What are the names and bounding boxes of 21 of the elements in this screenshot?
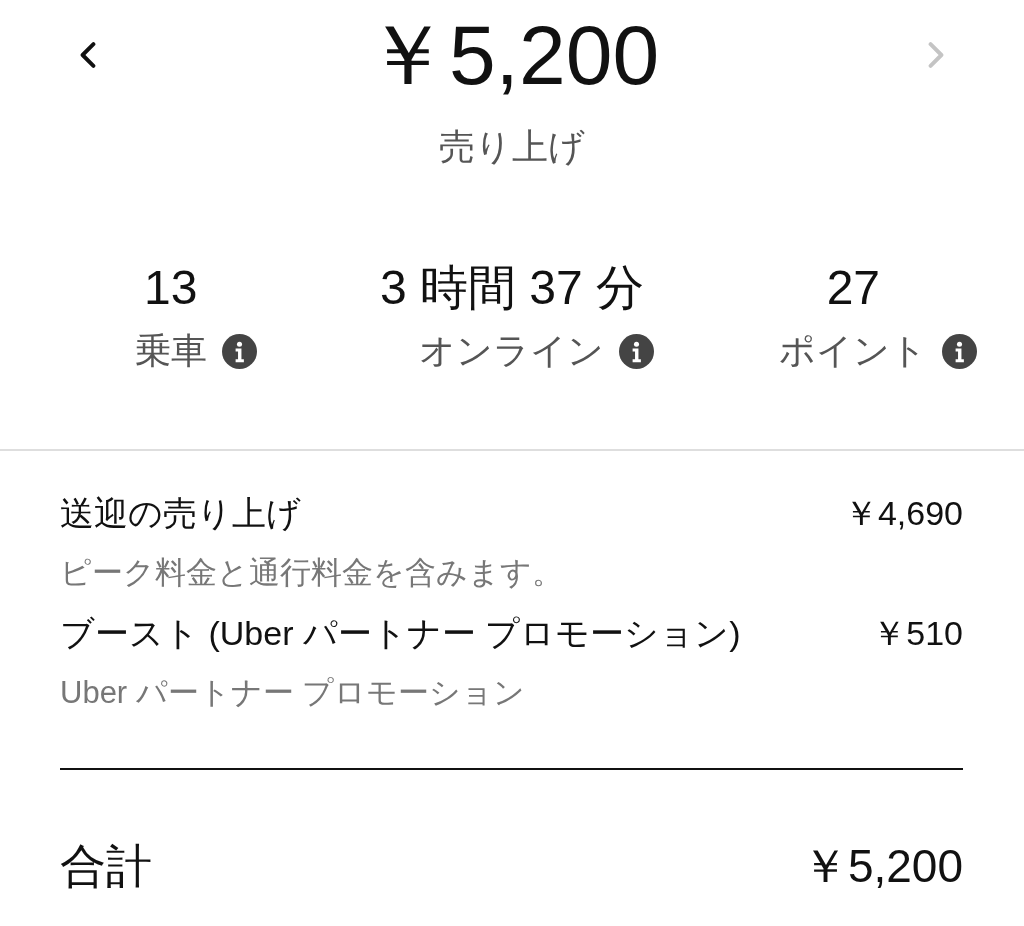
total-amount: ￥5,200 <box>801 839 963 894</box>
line-item-note: Uber パートナー プロモーション <box>60 674 527 712</box>
stat-value: 3 時間 37 分 <box>379 260 645 316</box>
earnings-caption: 売り上げ <box>438 125 586 169</box>
chevron-left-icon <box>80 42 96 68</box>
info-icon[interactable] <box>221 333 257 369</box>
line-item-title: ブースト (Uber パートナー プロモーション) <box>60 613 741 654</box>
line-item-amount: ￥4,690 <box>843 493 963 534</box>
line-item-note: ピーク料金と通行料金を含みます。 <box>60 554 564 592</box>
chevron-right-icon <box>928 42 944 68</box>
info-icon[interactable] <box>942 333 978 369</box>
info-icon[interactable] <box>619 333 655 369</box>
stat-label: ポイント <box>779 329 928 373</box>
stat-value: 27 <box>826 260 880 316</box>
line-item-title: 送迎の売り上げ <box>60 493 301 534</box>
line-item-amount: ￥510 <box>872 613 963 654</box>
stat-label: オンライン <box>419 329 605 373</box>
stat-label: 乗車 <box>134 329 207 373</box>
stat-value: 13 <box>143 260 198 316</box>
earnings-amount: ￥5,200 <box>363 12 661 98</box>
total-label: 合計 <box>60 839 152 894</box>
